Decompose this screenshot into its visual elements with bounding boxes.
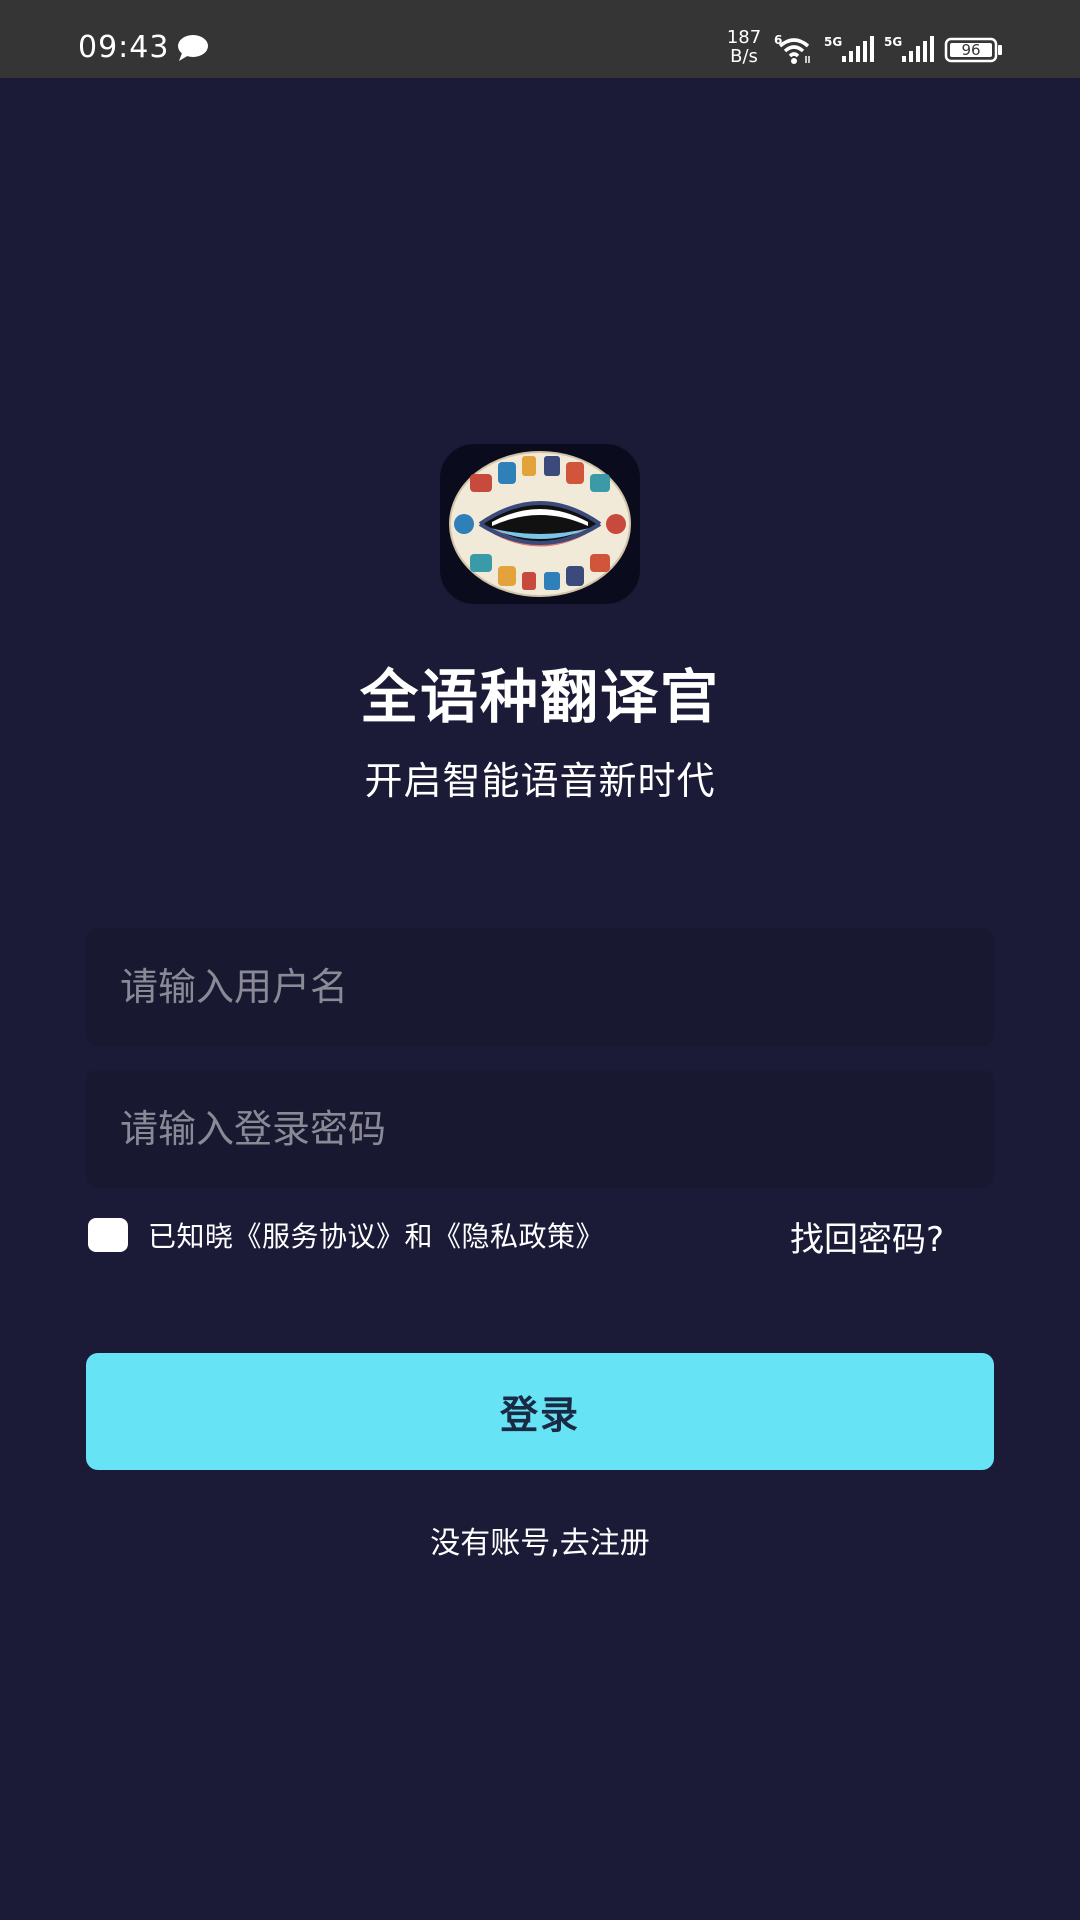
app-subtitle: 开启智能语音新时代 — [364, 759, 716, 803]
battery-level: 96 — [961, 41, 980, 59]
username-input[interactable] — [86, 928, 994, 1046]
network-speed-value: 187 — [726, 27, 762, 48]
battery-icon: 96 — [944, 37, 1002, 63]
sim1-label: 5G — [824, 35, 842, 49]
login-screen: 09:43 187 B/s 6 5G 5G 96 全语种翻译官 开启智能语音新时… — [0, 0, 1080, 1920]
agreement-text[interactable]: 已知晓《服务协议》和《隐私政策》 — [148, 1215, 604, 1255]
wifi-icon: 6 — [774, 33, 810, 64]
message-icon — [178, 35, 208, 61]
agreement-row: 已知晓《服务协议》和《隐私政策》 — [88, 1215, 604, 1255]
network-speed-unit: B/s — [730, 46, 758, 67]
signal-sim2-icon: 5G — [884, 35, 934, 62]
status-bar: 09:43 187 B/s 6 5G 5G 96 — [0, 0, 1080, 78]
forgot-password-link[interactable]: 找回密码? — [790, 1212, 944, 1261]
app-logo — [440, 444, 640, 604]
login-button[interactable]: 登录 — [86, 1353, 994, 1470]
signal-sim1-icon: 5G — [824, 35, 874, 62]
agreement-checkbox[interactable] — [88, 1218, 128, 1252]
status-time: 09:43 — [78, 30, 170, 65]
password-input[interactable] — [86, 1070, 994, 1188]
app-title: 全语种翻译官 — [359, 663, 720, 731]
sim2-label: 5G — [884, 35, 902, 49]
network-speed: 187 B/s — [722, 28, 766, 66]
register-link[interactable]: 没有账号,去注册 — [0, 1518, 1080, 1562]
